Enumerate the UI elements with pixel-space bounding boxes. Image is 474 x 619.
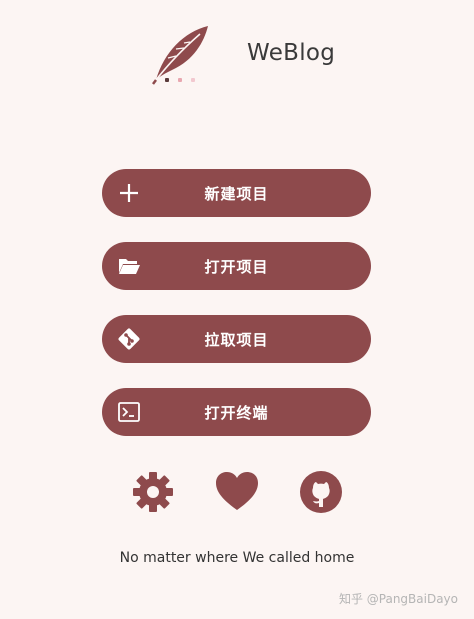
app-title: WeBlog <box>247 40 336 66</box>
heart-icon[interactable] <box>215 470 259 514</box>
open-terminal-button[interactable]: 打开终端 <box>102 388 371 436</box>
plus-icon <box>116 180 142 206</box>
new-project-label: 新建项目 <box>204 184 269 203</box>
dot-3 <box>191 78 195 82</box>
tagline: No matter where We called home <box>119 550 355 566</box>
open-terminal-label: 打开终端 <box>204 403 269 422</box>
watermark: 知乎 @PangBaiDayo <box>338 592 458 606</box>
dot-1 <box>165 78 169 82</box>
git-icon <box>116 326 142 352</box>
dot-2 <box>178 78 182 82</box>
feather-logo-icon <box>152 26 208 85</box>
logo-dots <box>165 78 195 82</box>
open-project-button[interactable]: 打开项目 <box>102 242 371 290</box>
folder-open-icon <box>116 253 142 279</box>
terminal-icon <box>116 399 142 425</box>
pull-project-label: 拉取项目 <box>204 330 269 349</box>
open-project-label: 打开项目 <box>204 257 269 276</box>
new-project-button[interactable]: 新建项目 <box>102 169 371 217</box>
gear-icon[interactable] <box>131 470 175 514</box>
pull-project-button[interactable]: 拉取项目 <box>102 315 371 363</box>
github-icon[interactable] <box>299 470 343 514</box>
